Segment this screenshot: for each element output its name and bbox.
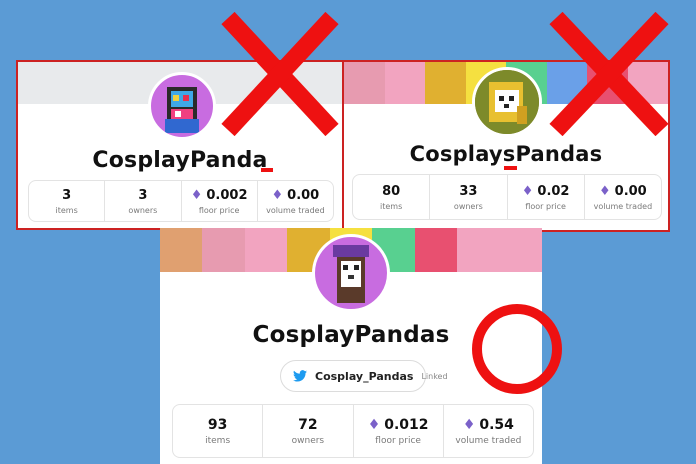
- stat-owners: 33 owners: [430, 175, 508, 219]
- stat-owners: 72 owners: [263, 405, 354, 457]
- screenshot-root: { "cards": [ { "id": "card1", "name": "C…: [0, 0, 696, 464]
- stat-label: items: [55, 205, 78, 215]
- collection-name[interactable]: CosplaysPandas: [344, 142, 668, 166]
- cross-mark-icon: [549, 12, 669, 136]
- stats-bar: 93 items 72 owners ♦ 0.012 floor price ♦ 0…: [172, 404, 534, 458]
- ethereum-icon: ♦: [367, 416, 381, 433]
- collection-avatar: [312, 234, 390, 312]
- stat-floor-price: ♦ 0.012 floor price: [354, 405, 444, 457]
- ethereum-icon: ♦: [271, 187, 284, 203]
- stat-label: items: [205, 435, 231, 446]
- ethereum-icon: ♦: [521, 183, 534, 199]
- stat-value: 0.00: [287, 187, 320, 203]
- stat-value: 3: [62, 187, 72, 203]
- stats-bar: 3 items 3 owners ♦ 0.002 floor price ♦ 0.0…: [28, 180, 334, 222]
- twitter-bird-icon: [293, 367, 307, 386]
- extra-letter-mark: [504, 166, 517, 170]
- stat-items: 3 items: [29, 181, 106, 221]
- stat-value: 0.54: [479, 416, 514, 433]
- stat-floor-price: ♦ 0.002 floor price: [182, 181, 258, 221]
- stat-value: 33: [459, 183, 478, 199]
- ethereum-icon: ♦: [462, 416, 476, 433]
- linked-status: Linked: [421, 371, 448, 381]
- collection-avatar: [148, 72, 216, 140]
- stat-label: volume traded: [455, 435, 522, 446]
- twitter-link-button[interactable]: Cosplay_Pandas Linked: [280, 360, 448, 392]
- ethereum-icon: ♦: [190, 187, 203, 203]
- stat-value: 80: [382, 183, 401, 199]
- stat-items: 93 items: [173, 405, 264, 457]
- collection-name[interactable]: CosplayPanda: [18, 148, 342, 173]
- stat-label: owners: [453, 201, 483, 211]
- stat-volume-traded: ♦ 0.54 volume traded: [444, 405, 533, 457]
- stats-bar: 80 items 33 owners ♦ 0.02 floor price ♦ 0.…: [352, 174, 662, 220]
- stat-value: 0.02: [537, 183, 570, 199]
- stat-label: volume traded: [593, 201, 653, 211]
- stat-label: owners: [128, 205, 158, 215]
- twitter-handle: Cosplay_Pandas: [315, 369, 414, 383]
- ethereum-icon: ♦: [599, 183, 611, 199]
- cross-mark-icon: [221, 12, 339, 136]
- collection-avatar: [472, 67, 542, 137]
- stat-label: owners: [291, 435, 325, 446]
- stat-value: 0.00: [614, 183, 647, 199]
- stat-label: items: [380, 201, 403, 211]
- stat-owners: 3 owners: [105, 181, 182, 221]
- missing-letter-mark: [261, 168, 273, 172]
- stat-volume-traded: ♦ 0.00 volume traded: [258, 181, 333, 221]
- stat-label: floor price: [375, 435, 421, 446]
- stat-value: 0.002: [206, 187, 248, 203]
- stat-label: floor price: [198, 205, 240, 215]
- stat-value: 72: [298, 416, 318, 433]
- stat-floor-price: ♦ 0.02 floor price: [508, 175, 585, 219]
- stat-value: 93: [207, 416, 228, 433]
- stat-items: 80 items: [353, 175, 431, 219]
- stat-value: 3: [138, 187, 148, 203]
- stat-label: volume traded: [266, 205, 325, 215]
- stat-label: floor price: [525, 201, 566, 211]
- stat-value: 0.012: [384, 416, 429, 433]
- circle-mark-icon: [472, 304, 562, 394]
- stat-volume-traded: ♦ 0.00 volume traded: [585, 175, 661, 219]
